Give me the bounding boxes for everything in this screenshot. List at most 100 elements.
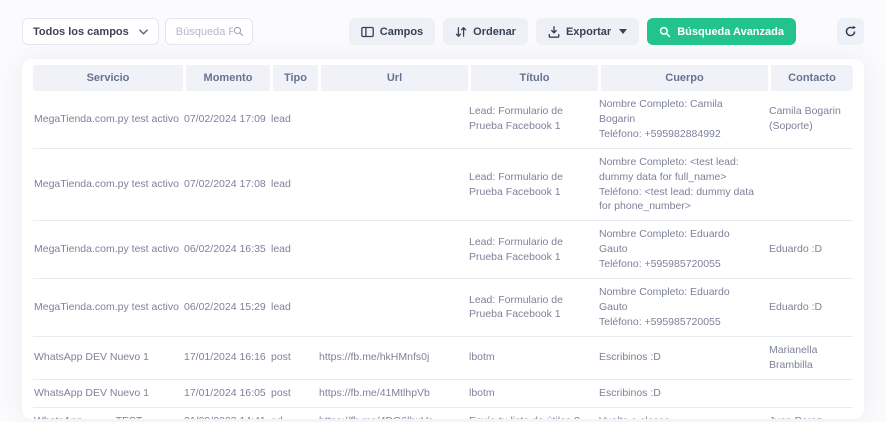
cell-contacto: Eduardo :D [768,221,853,279]
cell-cuerpo: Escribinos :D [598,380,768,408]
cell-momento: 06/02/2024 16:35 [183,221,270,279]
ordenar-button[interactable]: Ordenar [443,18,528,45]
cell-line: Teléfono: +595985720055 [599,315,760,330]
table-row[interactable]: MegaTienda.com.py test activo07/02/2024 … [33,149,853,222]
col-header-momento[interactable]: Momento [183,65,270,91]
col-header-servicio[interactable]: Servicio [33,65,183,91]
col-header-url[interactable]: Url [318,65,468,91]
cell-titulo: lbotm [468,337,598,380]
cell-titulo: Lead: Formulario de Prueba Facebook 1 [468,221,598,279]
cell-tipo: post [270,380,318,408]
cell-servicio: WhatsApp ····· TEST [33,408,183,420]
table-row[interactable]: MegaTienda.com.py test activo06/02/2024 … [33,221,853,279]
table-row[interactable]: WhatsApp ····· TEST21/09/2023 14:41adhtt… [33,408,853,420]
refresh-icon [844,25,857,38]
cell-tipo: lead [270,91,318,149]
table-row[interactable]: MegaTienda.com.py test activo07/02/2024 … [33,91,853,149]
cell-cuerpo: Nombre Completo: Eduardo GautoTeléfono: … [598,279,768,337]
cell-servicio: MegaTienda.com.py test activo [33,91,183,149]
busqueda-avanzada-label: Búsqueda Avanzada [677,26,784,38]
cell-url [318,279,468,337]
col-header-cuerpo[interactable]: Cuerpo [598,65,768,91]
cell-url: https://fb.me/hkHMnfs0j [318,337,468,380]
table-row[interactable]: MegaTienda.com.py test activo06/02/2024 … [33,279,853,337]
cell-titulo: Lead: Formulario de Prueba Facebook 1 [468,91,598,149]
cell-line: Nombre Completo: Eduardo Gauto [599,227,760,257]
cell-line: Teléfono: +595982884992 [599,127,760,142]
exportar-label: Exportar [566,26,611,38]
col-header-contacto[interactable]: Contacto [768,65,853,91]
ordenar-label: Ordenar [473,26,516,38]
cell-momento: 07/02/2024 17:09 [183,91,270,149]
cell-tipo: lead [270,221,318,279]
cell-cuerpo: Vuelta a clases [598,408,768,420]
toolbar: Todos los campos Campos Ordenar Exportar… [0,0,886,57]
quick-search-box[interactable] [165,18,253,45]
cell-contacto: Eduardo :D [768,279,853,337]
cell-line: Teléfono: <test lead: dummy data for pho… [599,185,760,215]
campos-button[interactable]: Campos [349,18,435,45]
field-select[interactable]: Todos los campos [22,18,159,45]
cell-titulo: Envía tu lista de útiles ? [468,408,598,420]
service-name: TEST [113,415,143,420]
cell-cuerpo: Nombre Completo: <test lead: dummy data … [598,149,768,222]
cell-tipo: lead [270,279,318,337]
cell-line: Nombre Completo: Camila Bogarin [599,97,760,127]
field-select-value: Todos los campos [33,26,129,38]
refresh-button[interactable] [837,18,864,45]
cell-momento: 17/01/2024 16:05 [183,380,270,408]
cell-titulo: lbotm [468,380,598,408]
cell-url: https://fb.me/4DG6lhuVs [318,408,468,420]
table-card: Servicio Momento Tipo Url Título Cuerpo … [22,59,864,419]
columns-icon [361,26,374,38]
download-icon [548,26,560,38]
cell-contacto [768,149,853,222]
cell-momento: 21/09/2023 14:41 [183,408,270,420]
cell-servicio: MegaTienda.com.py test activo [33,149,183,222]
caret-down-icon [619,29,627,34]
col-header-tipo[interactable]: Tipo [270,65,318,91]
cell-cuerpo: Escribinos :D [598,337,768,380]
exportar-button[interactable]: Exportar [536,18,639,45]
cell-servicio: WhatsApp DEV Nuevo 1 [33,380,183,408]
search-icon [233,25,244,38]
cell-line: Escribinos :D [599,386,760,401]
campos-label: Campos [380,26,423,38]
cell-contacto [768,380,853,408]
cell-line: Vuelta a clases [599,414,760,420]
service-name: WhatsApp [34,415,85,420]
cell-servicio: MegaTienda.com.py test activo [33,279,183,337]
sort-icon [455,26,467,38]
search-input[interactable] [176,26,233,38]
records-table: Servicio Momento Tipo Url Título Cuerpo … [33,65,853,419]
cell-line: Escribinos :D [599,350,760,365]
cell-contacto: Camila Bogarin (Soporte) [768,91,853,149]
cell-momento: 06/02/2024 15:29 [183,279,270,337]
cell-url: https://fb.me/41MtlhpVb [318,380,468,408]
cell-tipo: ad [270,408,318,420]
cell-servicio: MegaTienda.com.py test activo [33,221,183,279]
cell-url [318,91,468,149]
cell-url [318,221,468,279]
cell-line: Nombre Completo: <test lead: dummy data … [599,155,760,185]
table-body: MegaTienda.com.py test activo07/02/2024 … [33,91,853,419]
cell-tipo: lead [270,149,318,222]
cell-titulo: Lead: Formulario de Prueba Facebook 1 [468,279,598,337]
cell-line: Teléfono: +595985720055 [599,257,760,272]
redacted-text: ····· [85,415,112,420]
cell-servicio: WhatsApp DEV Nuevo 1 [33,337,183,380]
cell-momento: 17/01/2024 16:16 [183,337,270,380]
search-icon [659,26,671,38]
cell-contacto: Juan Perez [768,408,853,420]
table-row[interactable]: WhatsApp DEV Nuevo 117/01/2024 16:05post… [33,380,853,408]
chevron-down-icon [139,29,148,35]
busqueda-avanzada-button[interactable]: Búsqueda Avanzada [647,18,796,45]
col-header-titulo[interactable]: Título [468,65,598,91]
table-row[interactable]: WhatsApp DEV Nuevo 117/01/2024 16:16post… [33,337,853,380]
cell-titulo: Lead: Formulario de Prueba Facebook 1 [468,149,598,222]
cell-momento: 07/02/2024 17:08 [183,149,270,222]
cell-url [318,149,468,222]
cell-line: Nombre Completo: Eduardo Gauto [599,285,760,315]
cell-cuerpo: Nombre Completo: Eduardo GautoTeléfono: … [598,221,768,279]
table-header-row: Servicio Momento Tipo Url Título Cuerpo … [33,65,853,91]
